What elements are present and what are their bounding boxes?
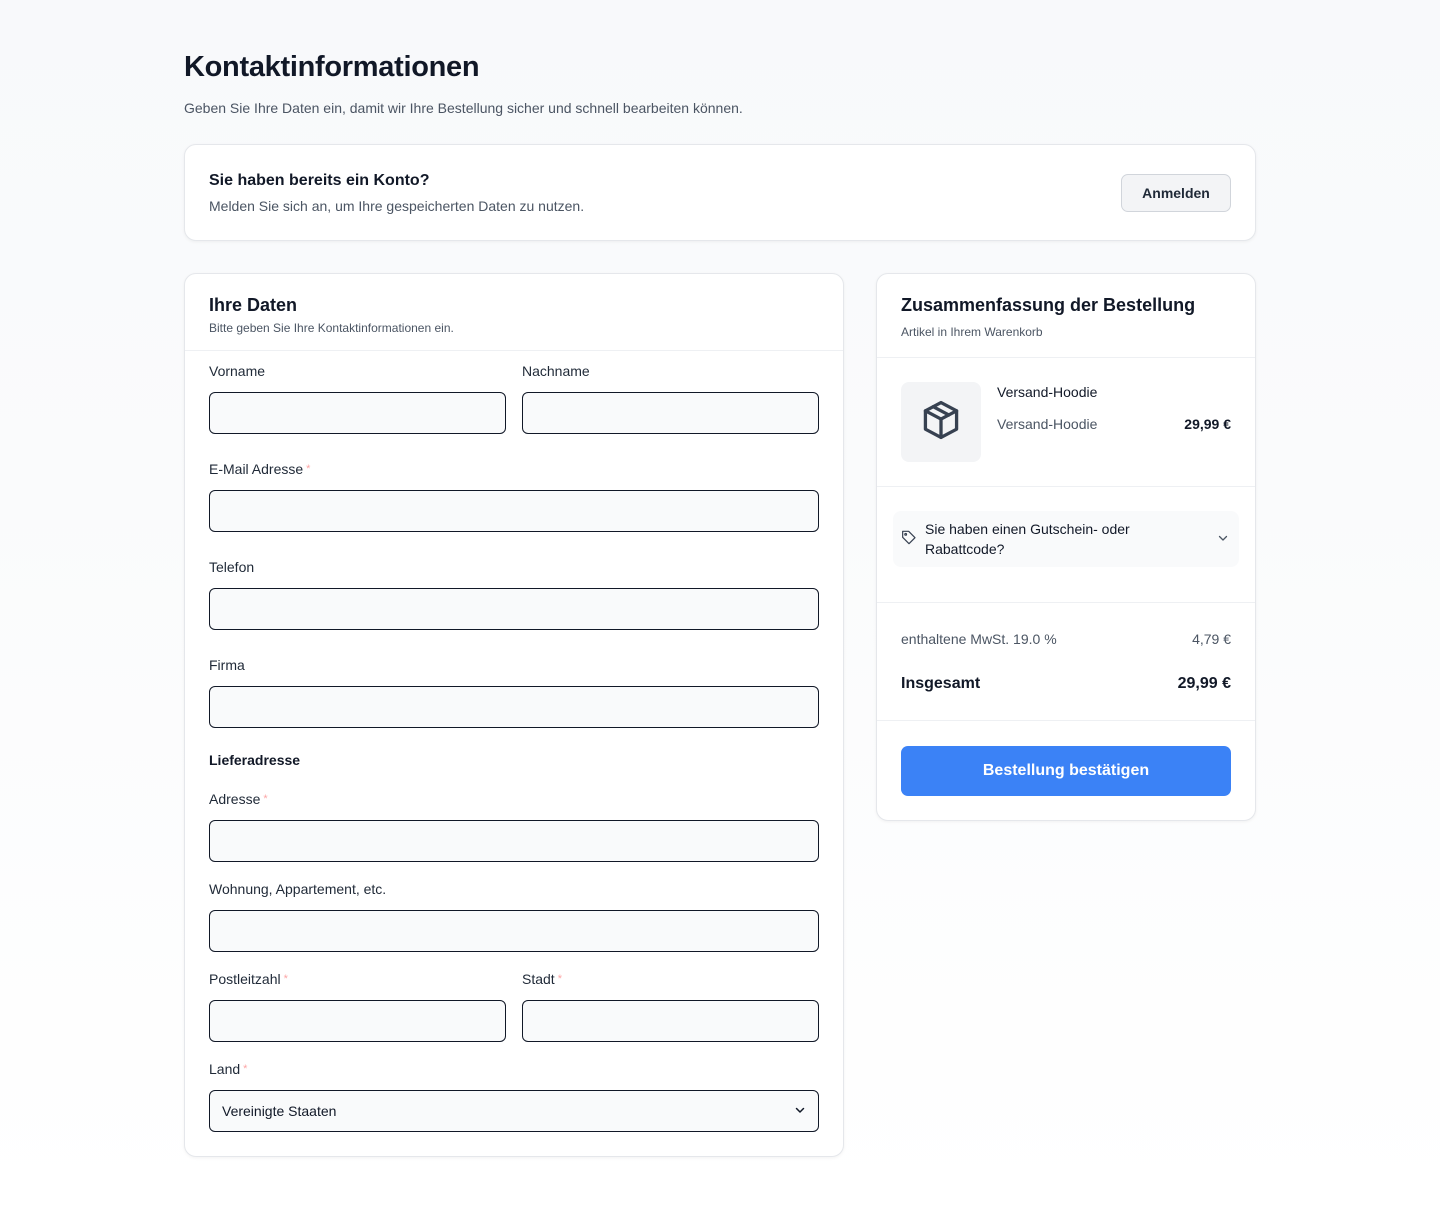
first-name-field: Vorname: [209, 362, 506, 434]
country-label: Land: [209, 1061, 241, 1077]
city-input[interactable]: [522, 1000, 819, 1042]
address-input[interactable]: [209, 820, 819, 862]
city-label: Stadt: [522, 971, 555, 987]
postal-code-field: Postleitzahl *: [209, 970, 506, 1042]
required-marker: *: [283, 973, 288, 985]
apartment-input[interactable]: [209, 910, 819, 952]
summary-header: Zusammenfassung der Bestellung Artikel i…: [877, 274, 1255, 358]
required-marker: *: [263, 793, 268, 805]
item-name: Versand-Hoodie: [997, 384, 1098, 400]
package-icon: [919, 398, 963, 447]
item-price: 29,99 €: [1184, 416, 1231, 432]
coupon-label: Sie haben einen Gutschein- oder Rabattco…: [925, 521, 1130, 557]
company-label: Firma: [209, 657, 245, 673]
account-title: Sie haben bereits ein Konto?: [209, 171, 430, 189]
required-marker: *: [243, 1063, 248, 1075]
chevron-down-icon: [794, 1103, 806, 1119]
address-label: Adresse: [209, 791, 261, 807]
first-name-input[interactable]: [209, 392, 506, 434]
tax-value: 4,79 €: [1192, 631, 1231, 647]
contact-form-card: Ihre Daten Bitte geben Sie Ihre Kontakti…: [184, 273, 844, 1157]
phone-input[interactable]: [209, 588, 819, 630]
account-text: Sie haben bereits ein Konto? Melden Sie …: [209, 171, 584, 215]
country-select[interactable]: Vereinigte Staaten: [209, 1090, 819, 1132]
summary-subtitle: Artikel in Ihrem Warenkorb: [901, 325, 1043, 339]
login-button[interactable]: Anmelden: [1121, 173, 1231, 212]
postal-code-label: Postleitzahl: [209, 971, 281, 987]
last-name-label: Nachname: [522, 363, 590, 379]
postal-code-input[interactable]: [209, 1000, 506, 1042]
checkout-columns: Ihre Daten Bitte geben Sie Ihre Kontakti…: [184, 273, 1256, 1157]
page-title: Kontaktinformationen: [184, 51, 480, 83]
apartment-label: Wohnung, Appartement, etc.: [209, 881, 387, 897]
city-label-wrap: Stadt *: [522, 970, 819, 988]
order-summary-card: Zusammenfassung der Bestellung Artikel i…: [876, 273, 1256, 821]
last-name-input[interactable]: [522, 392, 819, 434]
tag-icon: [901, 529, 917, 550]
shipping-section-title: Lieferadresse: [209, 752, 301, 768]
company-input[interactable]: [209, 686, 819, 728]
postal-code-label-wrap: Postleitzahl *: [209, 970, 506, 988]
page-subtitle: Geben Sie Ihre Daten ein, damit wir Ihre…: [184, 100, 743, 116]
account-card: Sie haben bereits ein Konto? Melden Sie …: [184, 144, 1256, 241]
account-description: Melden Sie sich an, um Ihre gespeicherte…: [209, 197, 585, 214]
email-label: E-Mail Adresse: [209, 461, 304, 477]
form-title: Ihre Daten: [209, 295, 298, 315]
chevron-down-icon: [1217, 531, 1229, 549]
country-label-wrap: Land *: [209, 1060, 819, 1078]
totals-section: enthaltene MwSt. 19.0 % 4,79 € Insgesamt…: [877, 603, 1255, 721]
email-input[interactable]: [209, 490, 819, 532]
last-name-field: Nachname: [522, 362, 819, 434]
coupon-toggle[interactable]: Sie haben einen Gutschein- oder Rabattco…: [893, 511, 1239, 567]
form-header: Ihre Daten Bitte geben Sie Ihre Kontakti…: [185, 274, 843, 351]
country-field: Land * Vereinigte Staaten: [209, 1060, 819, 1132]
email-field: E-Mail Adresse *: [209, 460, 819, 532]
company-field: Firma: [209, 656, 819, 728]
required-marker: *: [306, 463, 311, 475]
summary-title: Zusammenfassung der Bestellung: [901, 295, 1196, 315]
item-variant: Versand-Hoodie: [997, 416, 1098, 432]
apartment-field: Wohnung, Appartement, etc.: [209, 880, 819, 952]
cart-item: Versand-Hoodie Versand-Hoodie 29,99 €: [877, 358, 1255, 487]
country-selected-value: Vereinigte Staaten: [222, 1103, 337, 1119]
total-label: Insgesamt: [901, 675, 981, 692]
address-field: Adresse *: [209, 790, 819, 862]
confirm-order-button[interactable]: Bestellung bestätigen: [901, 746, 1231, 796]
email-label-wrap: E-Mail Adresse *: [209, 460, 819, 478]
coupon-section: Sie haben einen Gutschein- oder Rabattco…: [877, 487, 1255, 603]
first-name-label: Vorname: [209, 363, 266, 379]
item-thumbnail: [901, 382, 981, 462]
phone-label: Telefon: [209, 559, 255, 575]
tax-label: enthaltene MwSt. 19.0 %: [901, 631, 1057, 647]
checkout-page: Kontaktinformationen Geben Sie Ihre Date…: [184, 0, 1256, 1157]
form-subtitle: Bitte geben Sie Ihre Kontaktinformatione…: [209, 321, 454, 335]
required-marker: *: [557, 973, 562, 985]
city-field: Stadt *: [522, 970, 819, 1042]
total-value: 29,99 €: [1177, 675, 1231, 692]
phone-field: Telefon: [209, 558, 819, 630]
address-label-wrap: Adresse *: [209, 790, 819, 808]
